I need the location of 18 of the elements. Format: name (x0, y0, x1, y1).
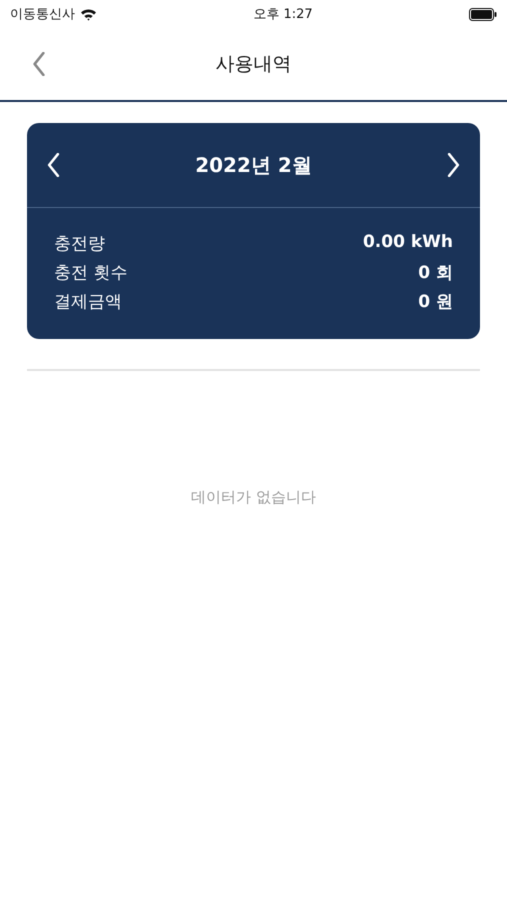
summary-value: 0.00 kWh (362, 232, 453, 254)
chevron-right-icon (446, 153, 460, 177)
chevron-left-icon (47, 153, 60, 177)
summary-label: 결제금액 (54, 291, 122, 313)
status-time: 오후 1:27 (253, 6, 313, 23)
next-month-button[interactable] (446, 153, 460, 177)
summary-label: 충전량 (54, 233, 105, 255)
month-label: 2022년 2월 (195, 152, 312, 178)
summary-label: 충전 횟수 (54, 262, 128, 284)
carrier-name: 이동통신사 (10, 6, 75, 23)
wifi-icon (80, 8, 97, 20)
previous-month-button[interactable] (47, 153, 60, 177)
back-icon (32, 52, 46, 76)
page-title: 사용내역 (216, 53, 292, 75)
summary-value: 0 회 (418, 262, 453, 284)
battery-icon (468, 8, 497, 20)
empty-message: 데이터가 없습니다 (191, 488, 316, 506)
summary-value: 0 원 (418, 291, 453, 313)
